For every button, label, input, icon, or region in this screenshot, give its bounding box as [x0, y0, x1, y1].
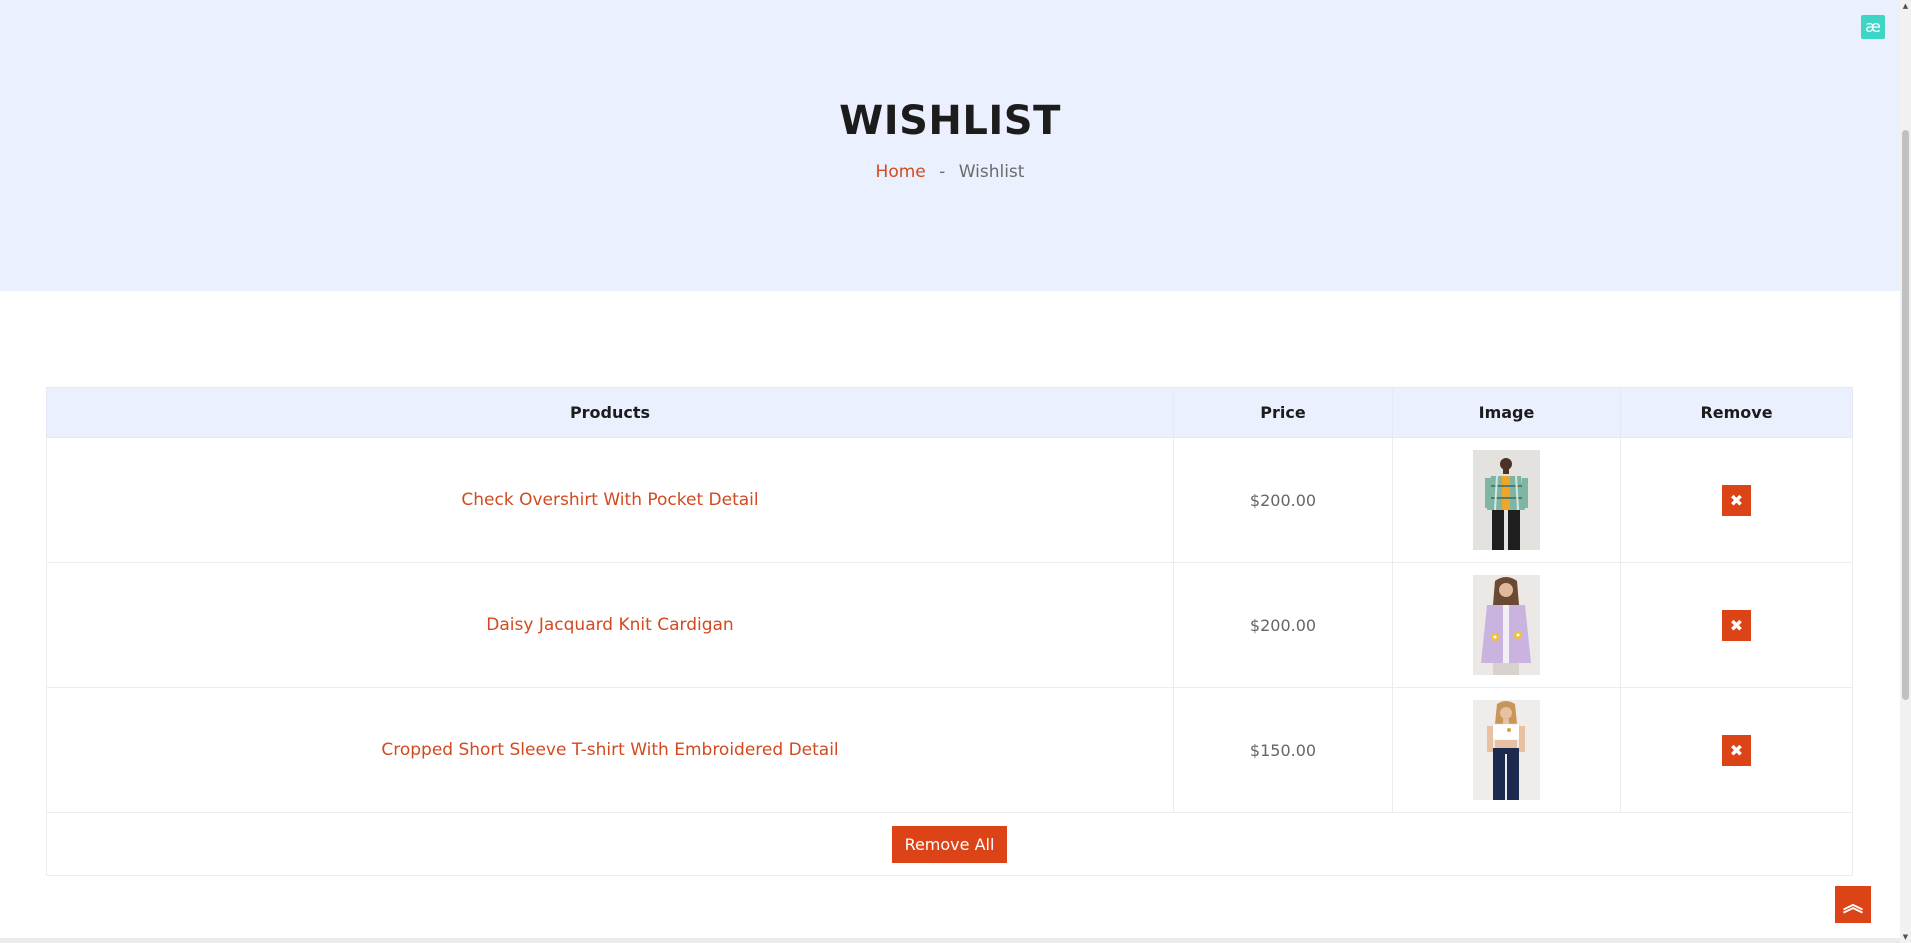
table-row: Cropped Short Sleeve T-shirt With Embroi… [46, 687, 1853, 813]
extension-badge-icon[interactable]: æ [1861, 15, 1885, 39]
remove-cell: ✖ [1620, 687, 1853, 813]
scroll-down-arrow-icon[interactable]: ▼ [1900, 931, 1911, 943]
breadcrumb-separator: - [939, 162, 946, 182]
product-thumbnail-woman-white-tshirt[interactable] [1473, 700, 1540, 800]
table-footer-row: Remove All [46, 812, 1853, 876]
breadcrumb-current: Wishlist [958, 162, 1025, 182]
product-link[interactable]: Daisy Jacquard Knit Cardigan [486, 615, 733, 635]
table-row: Daisy Jacquard Knit Cardigan $200.00 ✖ [46, 562, 1853, 688]
price-cell: $200.00 [1173, 562, 1393, 688]
remove-all-cell: Remove All [46, 812, 1853, 876]
breadcrumb: Home - Wishlist [0, 160, 1900, 184]
close-icon: ✖ [1729, 615, 1744, 635]
header-price: Price [1173, 387, 1393, 438]
remove-item-button[interactable]: ✖ [1722, 734, 1751, 766]
close-icon: ✖ [1729, 740, 1744, 760]
product-price: $200.00 [1249, 615, 1317, 635]
product-thumbnail-man-plaid-overshirt[interactable] [1473, 450, 1540, 550]
price-cell: $200.00 [1173, 437, 1393, 563]
product-price: $150.00 [1249, 740, 1317, 760]
close-icon: ✖ [1729, 490, 1744, 510]
price-cell: $150.00 [1173, 687, 1393, 813]
footer-divider [0, 938, 1900, 943]
product-price: $200.00 [1249, 490, 1317, 510]
remove-cell: ✖ [1620, 437, 1853, 563]
product-cell: Cropped Short Sleeve T-shirt With Embroi… [46, 687, 1174, 813]
product-cell: Daisy Jacquard Knit Cardigan [46, 562, 1174, 688]
wishlist-table-wrapper: Products Price Image Remove Check Oversh… [46, 387, 1853, 876]
breadcrumb-home-link[interactable]: Home [876, 162, 926, 182]
page-header-banner: WISHLIST Home - Wishlist [0, 0, 1900, 291]
product-link[interactable]: Cropped Short Sleeve T-shirt With Embroi… [381, 740, 838, 760]
product-cell: Check Overshirt With Pocket Detail [46, 437, 1174, 563]
remove-item-button[interactable]: ✖ [1722, 609, 1751, 641]
remove-all-button[interactable]: Remove All [891, 825, 1008, 863]
table-row: Check Overshirt With Pocket Detail $200.… [46, 437, 1853, 563]
page-scrollbar[interactable]: ▲ ▼ [1900, 0, 1911, 943]
double-chevron-up-icon: ︽ [1843, 892, 1863, 916]
scroll-up-arrow-icon[interactable]: ▲ [1900, 0, 1911, 12]
page-title: WISHLIST [839, 98, 1061, 144]
remove-item-button[interactable]: ✖ [1722, 484, 1751, 516]
wishlist-table: Products Price Image Remove Check Oversh… [46, 387, 1853, 876]
image-cell [1392, 687, 1621, 813]
image-cell [1392, 562, 1621, 688]
remove-cell: ✖ [1620, 562, 1853, 688]
header-image: Image [1392, 387, 1621, 438]
header-products: Products [46, 387, 1174, 438]
wishlist-page: WISHLIST Home - Wishlist æ Products Pric… [0, 0, 1911, 943]
image-cell [1392, 437, 1621, 563]
product-thumbnail-woman-lilac-cardigan[interactable] [1473, 575, 1540, 675]
wishlist-table-header: Products Price Image Remove [46, 387, 1853, 438]
product-link[interactable]: Check Overshirt With Pocket Detail [461, 490, 758, 510]
scroll-to-top-button[interactable]: ︽ [1835, 886, 1871, 923]
scrollbar-thumb[interactable] [1902, 130, 1909, 700]
header-remove: Remove [1620, 387, 1853, 438]
